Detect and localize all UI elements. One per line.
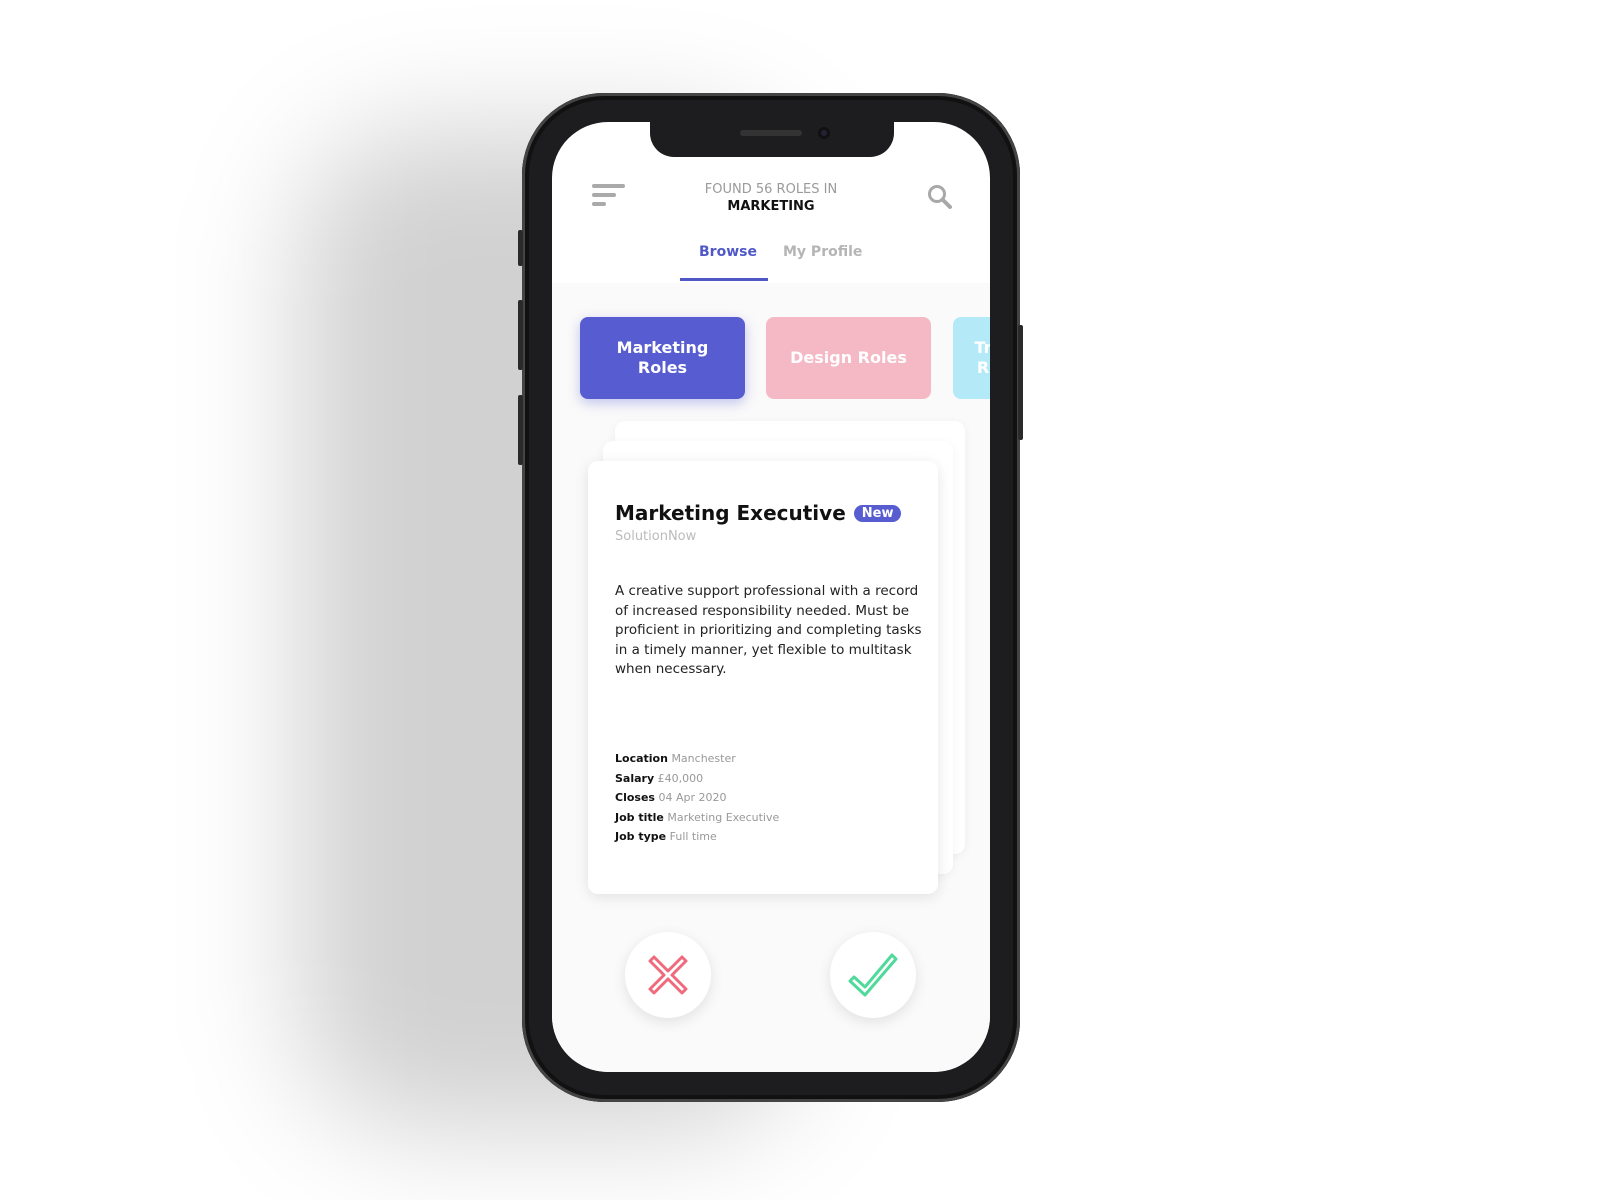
tab-bar: Browse My Profile bbox=[552, 244, 990, 282]
category-design-roles[interactable]: Design Roles bbox=[766, 317, 931, 399]
job-card[interactable]: Marketing Executive New SolutionNow A cre… bbox=[588, 461, 938, 894]
detail-value: Marketing Executive bbox=[667, 810, 780, 824]
category-partial[interactable]: Tr R bbox=[953, 317, 990, 399]
page-title: FOUND 56 ROLES IN MARKETING bbox=[552, 181, 990, 215]
job-title: Marketing Executive bbox=[615, 501, 846, 525]
speaker bbox=[740, 130, 802, 136]
camera bbox=[818, 127, 830, 139]
detail-job-type: Job type Full time bbox=[615, 827, 779, 847]
detail-label: Closes bbox=[615, 791, 655, 805]
phone-power-button bbox=[1018, 325, 1023, 440]
detail-location: Location Manchester bbox=[615, 749, 779, 769]
reject-button[interactable] bbox=[625, 932, 711, 1018]
tab-my-profile[interactable]: My Profile bbox=[783, 244, 862, 260]
detail-value: 04 Apr 2020 bbox=[658, 791, 727, 805]
detail-value: Full time bbox=[669, 830, 717, 844]
phone-volume-up bbox=[518, 300, 523, 370]
x-icon bbox=[648, 955, 688, 995]
detail-salary: Salary £40,000 bbox=[615, 769, 779, 789]
detail-closes: Closes 04 Apr 2020 bbox=[615, 788, 779, 808]
detail-label: Salary bbox=[615, 771, 655, 785]
job-description: A creative support professional with a r… bbox=[615, 583, 922, 678]
company-name: SolutionNow bbox=[615, 529, 697, 544]
notch bbox=[650, 122, 894, 157]
detail-value: Manchester bbox=[671, 752, 736, 765]
detail-job-title: Job title Marketing Executive bbox=[615, 808, 779, 828]
active-tab-indicator bbox=[680, 278, 768, 281]
category-label: Marketing Roles bbox=[616, 338, 709, 377]
app-screen: FOUND 56 ROLES IN MARKETING Browse My Pr… bbox=[552, 122, 990, 1072]
job-details: Location Manchester Salary £40,000 Close… bbox=[615, 749, 779, 847]
title-line2: MARKETING bbox=[727, 199, 815, 214]
accept-button[interactable] bbox=[830, 932, 916, 1018]
detail-value: £40,000 bbox=[657, 771, 704, 785]
category-label: Tr R bbox=[974, 338, 990, 377]
check-icon bbox=[848, 953, 898, 997]
title-line1: FOUND 56 ROLES IN bbox=[704, 182, 838, 197]
new-badge: New bbox=[853, 504, 902, 522]
detail-label: Job type bbox=[615, 830, 667, 844]
tab-browse[interactable]: Browse bbox=[699, 244, 757, 260]
search-icon[interactable] bbox=[927, 184, 953, 210]
category-marketing-roles[interactable]: Marketing Roles bbox=[580, 317, 745, 399]
browse-content: Marketing Roles Design Roles Tr R Market… bbox=[552, 283, 990, 1072]
detail-label: Job title bbox=[615, 810, 664, 824]
phone-volume-down bbox=[518, 395, 523, 465]
detail-label: Location bbox=[615, 752, 668, 765]
phone-mute-switch bbox=[518, 230, 523, 266]
